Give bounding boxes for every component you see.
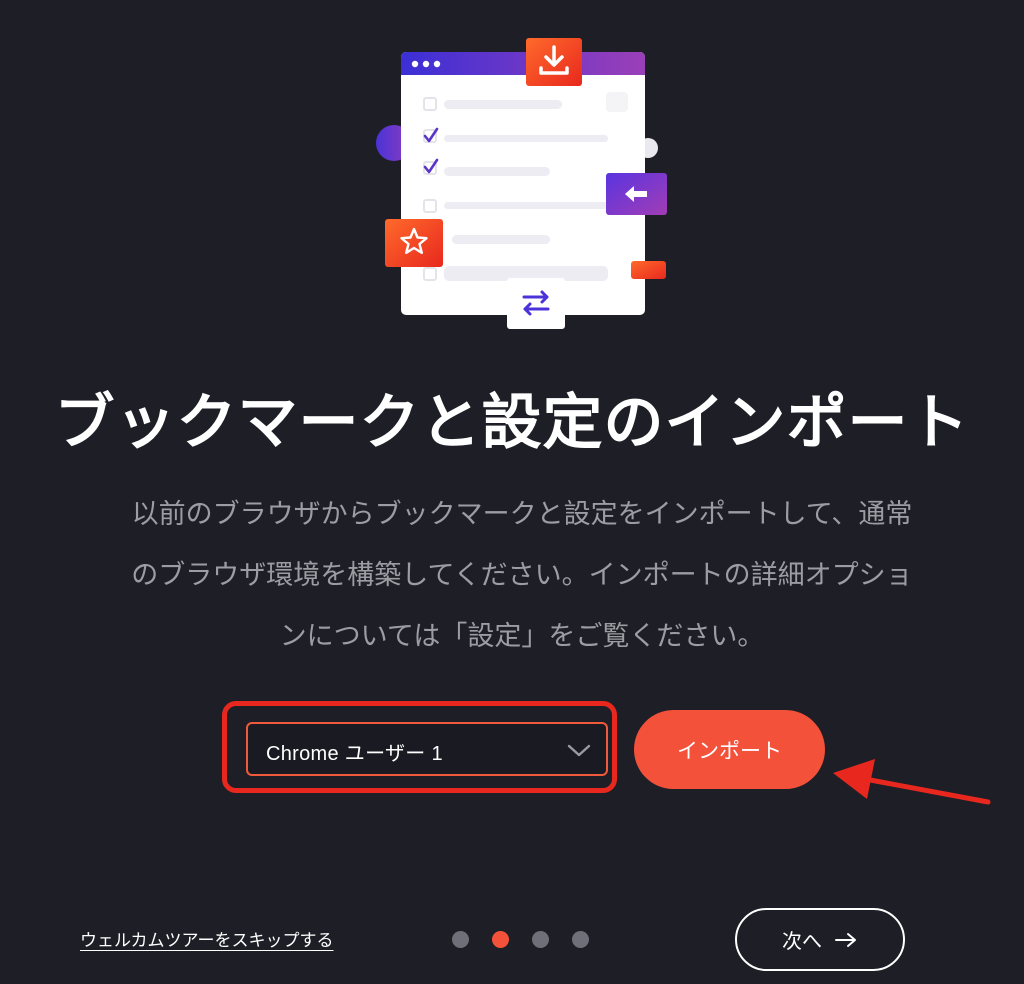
description-line: のブラウザ環境を構築してください。インポートの詳細オプショ	[131, 560, 913, 591]
back-arrow-icon	[606, 173, 667, 215]
browser-profile-select[interactable]: Chrome ユーザー 1	[246, 722, 608, 776]
page-description: 以前のブラウザからブックマークと設定をインポートして、通常 のブラウザ環境を構築…	[92, 484, 952, 667]
next-button[interactable]: 次へ	[735, 908, 905, 971]
step-dot-2-active[interactable]	[492, 931, 509, 948]
illustration-card-corner	[606, 92, 628, 112]
step-dot-3[interactable]	[532, 931, 549, 948]
skip-tour-link[interactable]: ウェルカムツアーをスキップする	[80, 926, 333, 951]
selected-profile-value: Chrome ユーザー 1	[266, 743, 443, 765]
arrow-right-icon	[835, 932, 856, 947]
sync-arrows-icon	[507, 278, 565, 329]
illustration-decor-tag	[631, 261, 666, 279]
download-icon	[526, 38, 582, 86]
step-dot-4[interactable]	[572, 931, 589, 948]
description-line: 以前のブラウザからブックマークと設定をインポートして、通常	[131, 499, 913, 530]
chevron-down-icon	[567, 744, 591, 757]
step-indicator	[452, 931, 589, 948]
step-dot-1[interactable]	[452, 931, 469, 948]
import-illustration	[376, 38, 667, 329]
description-line: ンについては「設定」をご覧ください。	[279, 621, 765, 652]
star-icon	[385, 219, 443, 267]
annotation-arrow-icon	[833, 759, 991, 805]
import-button[interactable]: インポート	[634, 710, 825, 789]
page-title: ブックマークと設定のインポート	[54, 388, 970, 458]
next-button-label: 次へ	[782, 929, 822, 953]
